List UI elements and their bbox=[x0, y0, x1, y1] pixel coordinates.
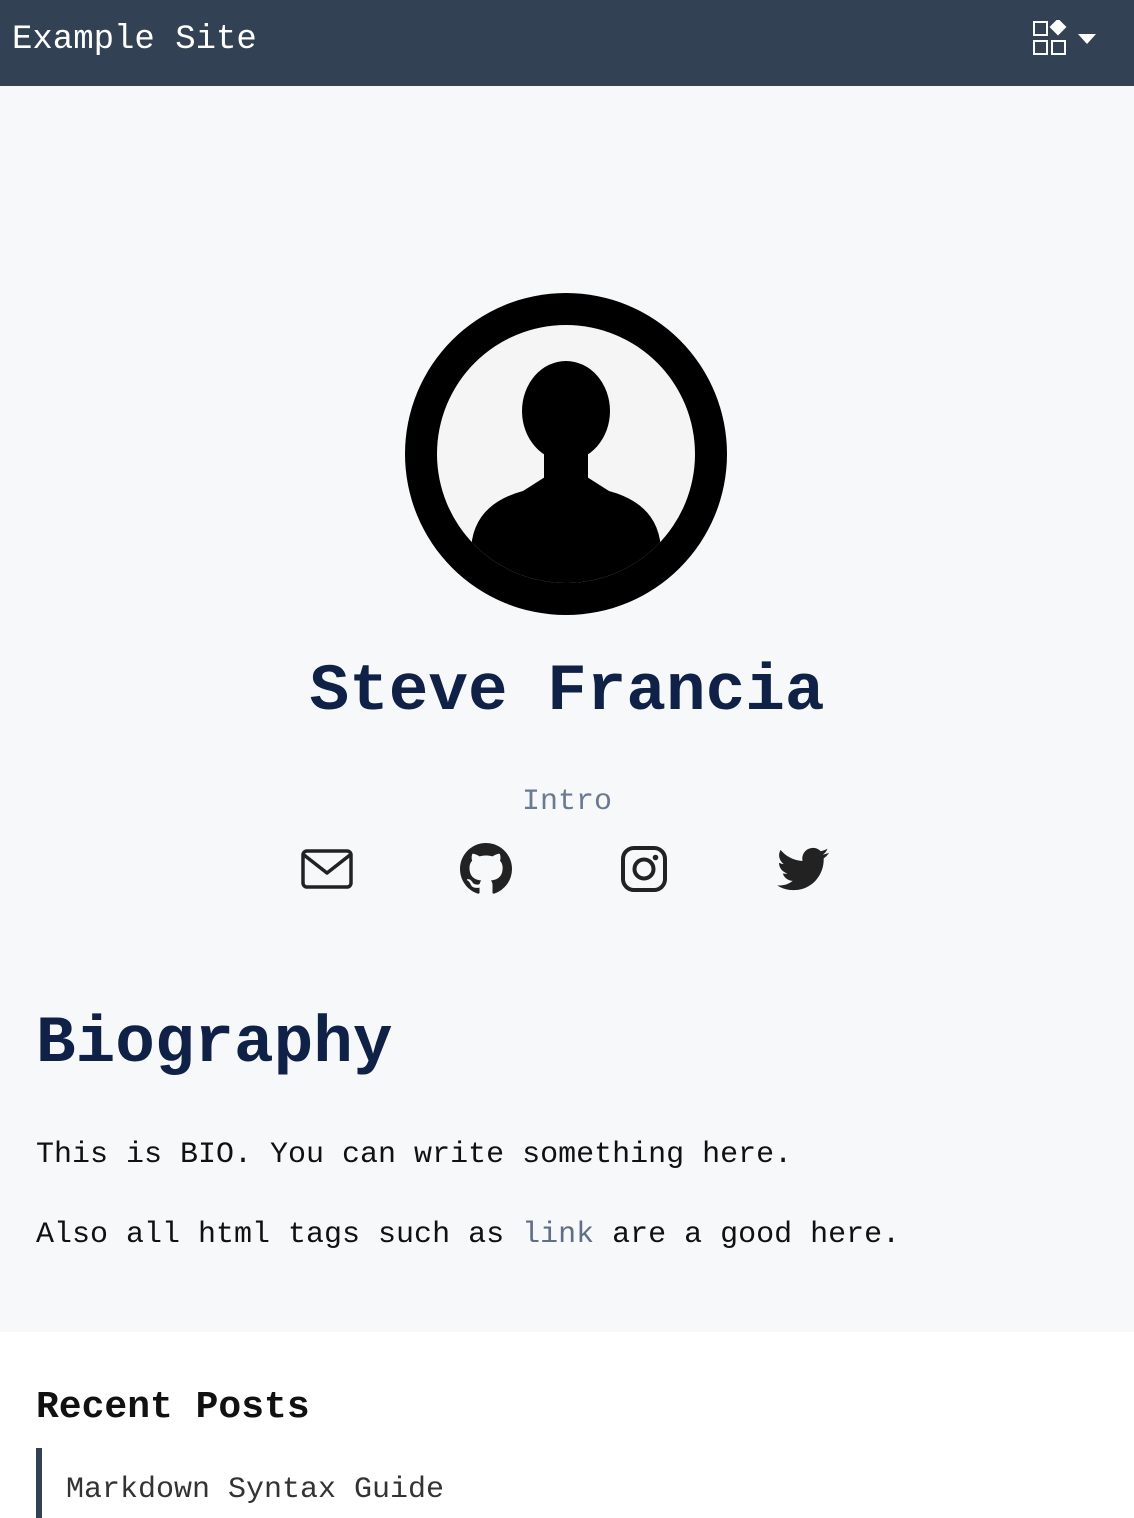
user-silhouette-icon bbox=[405, 293, 727, 615]
avatar bbox=[405, 293, 727, 615]
biography-text-before-link: Also all html tags such as bbox=[36, 1218, 523, 1252]
instagram-link[interactable] bbox=[618, 843, 670, 895]
profile-intro: Intro bbox=[521, 785, 612, 819]
biography-link[interactable]: link bbox=[522, 1218, 594, 1252]
caret-down-icon bbox=[1078, 34, 1096, 44]
profile-name: Steve Francia bbox=[309, 654, 825, 729]
recent-posts-heading: Recent Posts bbox=[36, 1386, 310, 1429]
biography-text-after-link: are a good here. bbox=[594, 1218, 901, 1252]
biography-paragraph-links: Also all html tags such as link are a go… bbox=[36, 1216, 900, 1254]
biography-heading: Biography bbox=[36, 1006, 393, 1081]
menu-dropdown-button[interactable] bbox=[1030, 18, 1104, 60]
biography-paragraph: This is BIO. You can write something her… bbox=[36, 1138, 793, 1172]
twitter-icon bbox=[777, 847, 829, 891]
top-navbar: Example Site bbox=[0, 0, 1134, 86]
instagram-icon bbox=[621, 846, 667, 892]
post-list-item[interactable]: Markdown Syntax Guide bbox=[36, 1448, 1096, 1518]
twitter-link[interactable] bbox=[777, 843, 829, 895]
post-title[interactable]: Markdown Syntax Guide bbox=[66, 1472, 444, 1508]
site-title-link[interactable]: Example Site bbox=[12, 20, 257, 60]
grid-shapes-icon bbox=[1033, 18, 1096, 55]
email-link[interactable] bbox=[301, 843, 353, 895]
email-icon bbox=[301, 849, 353, 889]
github-icon bbox=[460, 843, 512, 894]
github-link[interactable] bbox=[460, 843, 512, 895]
